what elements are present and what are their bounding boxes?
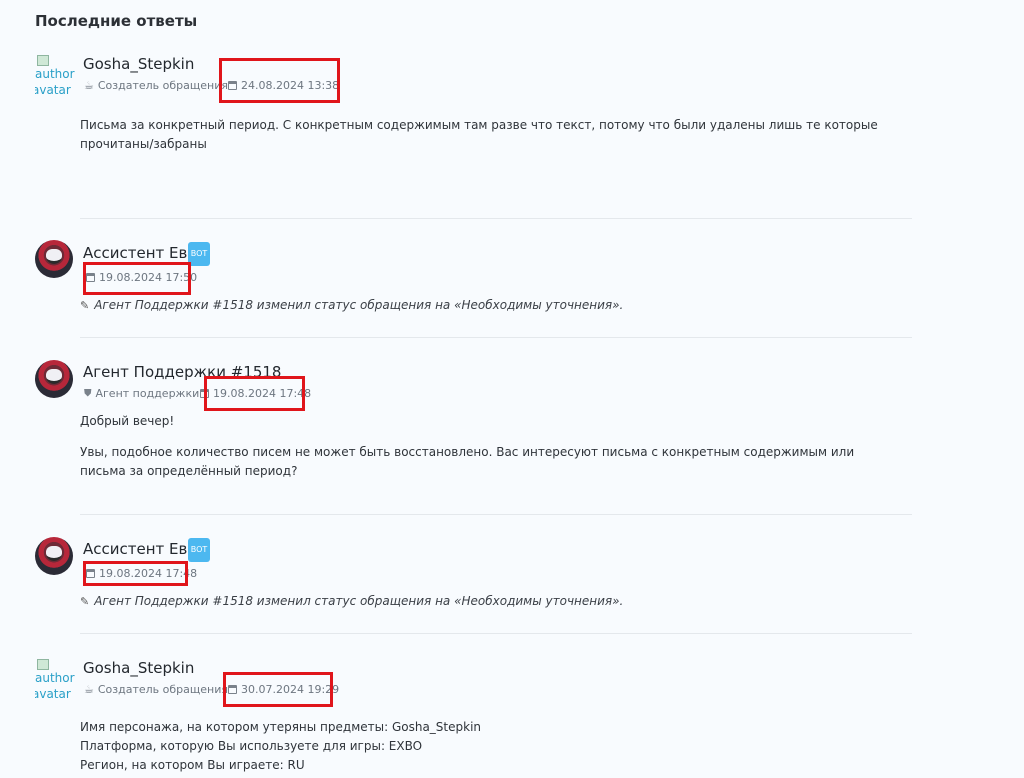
author-avatar-broken: author avatar xyxy=(35,55,75,107)
highlight-box xyxy=(219,58,340,103)
reply-text-line: Регион, на котором Вы играете: RU xyxy=(80,758,305,772)
bot-avatar xyxy=(35,537,73,575)
pencil-icon: ✎ xyxy=(80,594,90,608)
broken-image-icon xyxy=(37,55,49,66)
author-name[interactable]: Gosha_Stepkin xyxy=(83,55,194,73)
reply-text: Добрый вечер! xyxy=(80,414,175,428)
author-role: ⛊ Агент поддержки xyxy=(84,387,200,400)
highlight-box xyxy=(204,376,305,411)
author-name[interactable]: Gosha_Stepkin xyxy=(83,659,194,677)
highlight-box xyxy=(223,672,333,707)
pencil-icon: ✎ xyxy=(80,298,90,312)
divider xyxy=(80,514,912,515)
bot-badge: BOT xyxy=(188,538,210,562)
coffee-cup-icon: ☕ xyxy=(84,683,94,696)
coffee-cup-icon: ☕ xyxy=(84,79,94,92)
divider xyxy=(80,633,912,634)
reply-text-line: Платформа, которую Вы используете для иг… xyxy=(80,739,423,753)
author-role: ☕ Создатель обращения xyxy=(84,683,228,696)
divider xyxy=(80,337,912,338)
reply-text-line: Имя персонажа, на котором утеряны предме… xyxy=(80,720,482,734)
divider xyxy=(80,218,912,219)
status-change-note: ✎ Агент Поддержки #1518 изменил статус о… xyxy=(80,594,624,608)
author-role: ☕ Создатель обращения xyxy=(84,79,228,92)
bot-badge: BOT xyxy=(188,242,210,266)
bot-avatar xyxy=(35,240,73,278)
author-name[interactable]: Ассистент Ева xyxy=(83,540,197,558)
author-name[interactable]: Ассистент Ева xyxy=(83,244,197,262)
author-avatar-broken: author avatar xyxy=(35,659,75,711)
broken-image-icon xyxy=(37,659,49,670)
agent-avatar xyxy=(35,360,73,398)
status-change-note: ✎ Агент Поддержки #1518 изменил статус о… xyxy=(80,298,624,312)
shield-icon: ⛊ xyxy=(84,388,92,399)
highlight-box xyxy=(83,262,191,295)
section-title: Последние ответы xyxy=(35,12,198,30)
highlight-box xyxy=(83,561,188,586)
reply-text: Письма за конкретный период. С конкретны… xyxy=(80,118,878,151)
reply-text: Увы, подобное количество писем не может … xyxy=(80,445,855,478)
